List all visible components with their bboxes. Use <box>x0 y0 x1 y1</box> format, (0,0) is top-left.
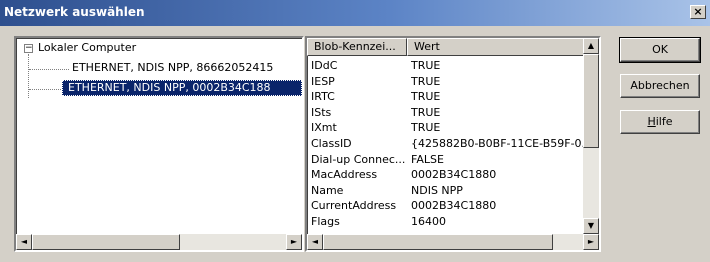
property-row[interactable]: Flags 16400 <box>307 214 585 229</box>
property-row[interactable]: IRTC TRUE <box>307 89 585 104</box>
property-value: FALSE <box>411 152 444 166</box>
scroll-left-icon[interactable]: ◄ <box>307 234 323 250</box>
list-header: Blob-Kennzei... Wert <box>307 38 587 56</box>
property-row[interactable]: ClassID {425882B0-B0BF-11CE-B59F-0... <box>307 136 591 151</box>
property-value: NDIS NPP <box>411 183 463 197</box>
help-button[interactable]: Hilfe <box>620 110 700 134</box>
collapse-icon[interactable]: − <box>24 44 33 53</box>
scroll-thumb[interactable] <box>583 54 599 148</box>
property-value: {425882B0-B0BF-11CE-B59F-0... <box>411 137 591 150</box>
property-name: IXmt <box>311 121 337 135</box>
property-value: 0002B34C1880 <box>411 168 497 182</box>
property-name: Dial-up Connec... <box>311 152 405 166</box>
close-button[interactable]: × <box>690 5 706 19</box>
property-row[interactable]: Dial-up Connec... FALSE <box>307 152 585 167</box>
property-name: Name <box>311 183 344 197</box>
property-name: ISts <box>311 105 332 119</box>
property-vertical-scrollbar[interactable]: ▲ ▼ <box>583 38 599 234</box>
scroll-right-icon[interactable]: ► <box>583 234 599 250</box>
property-row[interactable]: MacAddress 0002B34C1880 <box>307 167 585 182</box>
scroll-thumb[interactable] <box>32 234 180 250</box>
column-header-blob[interactable]: Blob-Kennzei... <box>307 38 407 56</box>
property-name: MacAddress <box>311 168 378 182</box>
property-name: ClassID <box>311 137 352 150</box>
property-row[interactable]: Name NDIS NPP <box>307 183 585 198</box>
network-tree-view[interactable]: − Lokaler Computer ETHERNET, NDIS NPP, 8… <box>14 36 304 252</box>
property-row[interactable]: IESP TRUE <box>307 74 585 89</box>
column-header-value[interactable]: Wert <box>407 38 587 56</box>
title-bar[interactable]: Netzwerk auswählen × <box>0 0 710 26</box>
dialog-title: Netzwerk auswählen <box>4 5 145 19</box>
tree-connector-line <box>29 69 69 70</box>
property-name: IESP <box>311 74 335 88</box>
property-name: Flags <box>311 215 340 228</box>
scroll-up-icon[interactable]: ▲ <box>583 38 599 54</box>
property-name: IRTC <box>311 90 335 104</box>
property-value: TRUE <box>411 105 441 119</box>
tree-connector-line <box>28 54 29 98</box>
scroll-left-icon[interactable]: ◄ <box>16 234 32 250</box>
property-list-view[interactable]: Blob-Kennzei... Wert IDdC TRUE IESP TRUE IRT… <box>305 36 601 252</box>
property-row[interactable]: ISts TRUE <box>307 105 585 120</box>
tree-horizontal-scrollbar[interactable]: ◄ ► <box>16 234 302 250</box>
property-name: CurrentAddress <box>311 199 397 213</box>
tree-item-network-1[interactable]: ETHERNET, NDIS NPP, 86662052415 <box>70 60 275 76</box>
dialog-window: Netzwerk auswählen × − Lokaler Computer … <box>0 0 710 262</box>
ok-button[interactable]: OK <box>619 37 701 63</box>
help-accelerator: H <box>647 115 656 128</box>
property-name: IDdC <box>311 59 338 72</box>
help-label-rest: ilfe <box>655 115 673 128</box>
scroll-down-icon[interactable]: ▼ <box>583 218 599 234</box>
property-row[interactable]: IXmt TRUE <box>307 120 585 135</box>
scroll-right-icon[interactable]: ► <box>286 234 302 250</box>
property-value: 0002B34C1880 <box>411 199 497 213</box>
property-horizontal-scrollbar[interactable]: ◄ ► <box>307 234 599 250</box>
property-row[interactable]: IDdC TRUE <box>307 58 585 73</box>
tree-root-local-computer[interactable]: Lokaler Computer <box>38 40 136 56</box>
cancel-button[interactable]: Abbrechen <box>620 74 700 98</box>
property-value: TRUE <box>411 74 441 88</box>
property-value: TRUE <box>411 59 441 72</box>
property-value: TRUE <box>411 121 441 135</box>
property-value: 16400 <box>411 215 446 228</box>
tree-item-network-2[interactable]: ETHERNET, NDIS NPP, 0002B34C188 <box>62 80 302 96</box>
scroll-thumb[interactable] <box>323 234 553 250</box>
property-row[interactable]: CurrentAddress 0002B34C1880 <box>307 198 585 213</box>
property-value: TRUE <box>411 90 441 104</box>
